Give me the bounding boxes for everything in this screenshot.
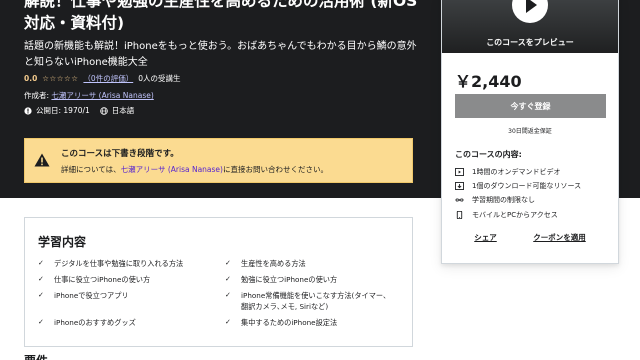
check-icon: ✓: [225, 291, 231, 299]
notice-author-link[interactable]: 七瀬アリーサ (Arisa Nanase): [121, 165, 223, 174]
purchase-sidebar: このコースをプレビュー ￥2,440 今すぐ登録 30日間返金保証 このコースの…: [441, 0, 619, 264]
check-icon: ✓: [38, 275, 44, 283]
course-title: 解説！仕事や勉強の生産性を高めるための活用術 (新OS対応・資料付): [24, 0, 418, 32]
learn-item: ✓ iPhone常備機能を使いこなす方法(タイマー、翻訳カメラ､メモ, Siri…: [225, 291, 391, 311]
learn-item: ✓ 生産性を高める方法: [225, 259, 306, 268]
includes-item: 学習期間の制限なし: [455, 195, 535, 205]
learn-item: ✓ 勉強に役立つiPhoneの使い方: [225, 275, 338, 284]
preview-label: このコースをプレビュー: [486, 38, 574, 47]
notice-body: 詳細については、七瀬アリーサ (Arisa Nanase)に直接お問い合わせくだ…: [61, 165, 328, 174]
check-icon: ✓: [225, 275, 231, 283]
rating-value: 0.0: [24, 74, 38, 83]
learn-item: ✓ デジタルを仕事や勉強に取り入れる方法: [38, 259, 184, 268]
students-count: 0人の受講生: [138, 74, 181, 83]
includes-item: 1個のダウンロード可能なリソース: [455, 181, 581, 191]
enroll-button[interactable]: 今すぐ登録: [455, 94, 606, 118]
course-price: ￥2,440: [455, 72, 522, 91]
check-icon: ✓: [225, 259, 231, 267]
infinity-icon: [455, 198, 464, 202]
author-row: 作成者: 七瀬アリーサ (Arisa Nanase): [24, 90, 154, 101]
check-icon: ✓: [225, 318, 231, 326]
published-date: 公開日: 1970/1: [24, 105, 90, 116]
video-icon: [455, 168, 464, 176]
warning-icon: [34, 153, 50, 167]
course-subtitle: 話題の新機能も解説！iPhoneをもっと使おう。おばあちゃんでもわかる目から鱗の…: [24, 41, 417, 68]
check-icon: ✓: [38, 291, 44, 299]
apply-coupon-button[interactable]: クーポンを適用: [533, 232, 586, 243]
learn-item: ✓ iPhoneのおすすめグッズ: [38, 318, 136, 327]
alert-badge-icon: [24, 106, 32, 115]
rating-row: 0.0 ☆☆☆☆☆ （0件の評価） 0人の受講生: [24, 73, 180, 84]
globe-icon: [100, 106, 108, 115]
course-meta: 公開日: 1970/1 日本語: [24, 105, 134, 116]
includes-item: 1時間のオンデマンドビデオ: [455, 167, 560, 177]
share-button[interactable]: シェア: [474, 232, 497, 243]
notice-title: このコースは下書き段階です。: [61, 149, 179, 159]
learn-item: ✓ iPhoneで役立つアプリ: [38, 291, 129, 300]
language: 日本語: [100, 105, 134, 116]
includes-item: モバイルとPCからアクセス: [455, 210, 558, 220]
mobile-icon: [456, 211, 463, 219]
author-link[interactable]: 七瀬アリーサ (Arisa Nanase): [51, 91, 153, 100]
learn-title: 学習内容: [38, 235, 87, 249]
draft-notice: このコースは下書き段階です。 詳細については、七瀬アリーサ (Arisa Nan…: [24, 138, 413, 183]
reviews-link[interactable]: （0件の評価）: [83, 73, 133, 84]
what-you-learn-box: 学習内容 ✓ デジタルを仕事や勉強に取り入れる方法 ✓ 生産性を高める方法 ✓ …: [24, 217, 413, 347]
card-actions: シェア クーポンを適用: [442, 232, 618, 243]
learn-item: ✓ 集中するためのiPhone設定法: [225, 318, 338, 327]
check-icon: ✓: [38, 259, 44, 267]
star-rating-icon: ☆☆☆☆☆: [42, 74, 79, 83]
author-prefix: 作成者:: [24, 91, 50, 100]
download-icon: [455, 182, 464, 190]
money-back-guarantee: 30日間返金保証: [508, 128, 552, 135]
course-preview[interactable]: このコースをプレビュー: [442, 0, 618, 53]
learn-item: ✓ 仕事に役立つiPhoneの使い方: [38, 275, 151, 284]
requirements-title: 要件: [24, 352, 48, 360]
includes-title: このコースの内容:: [455, 150, 522, 159]
check-icon: ✓: [38, 318, 44, 326]
